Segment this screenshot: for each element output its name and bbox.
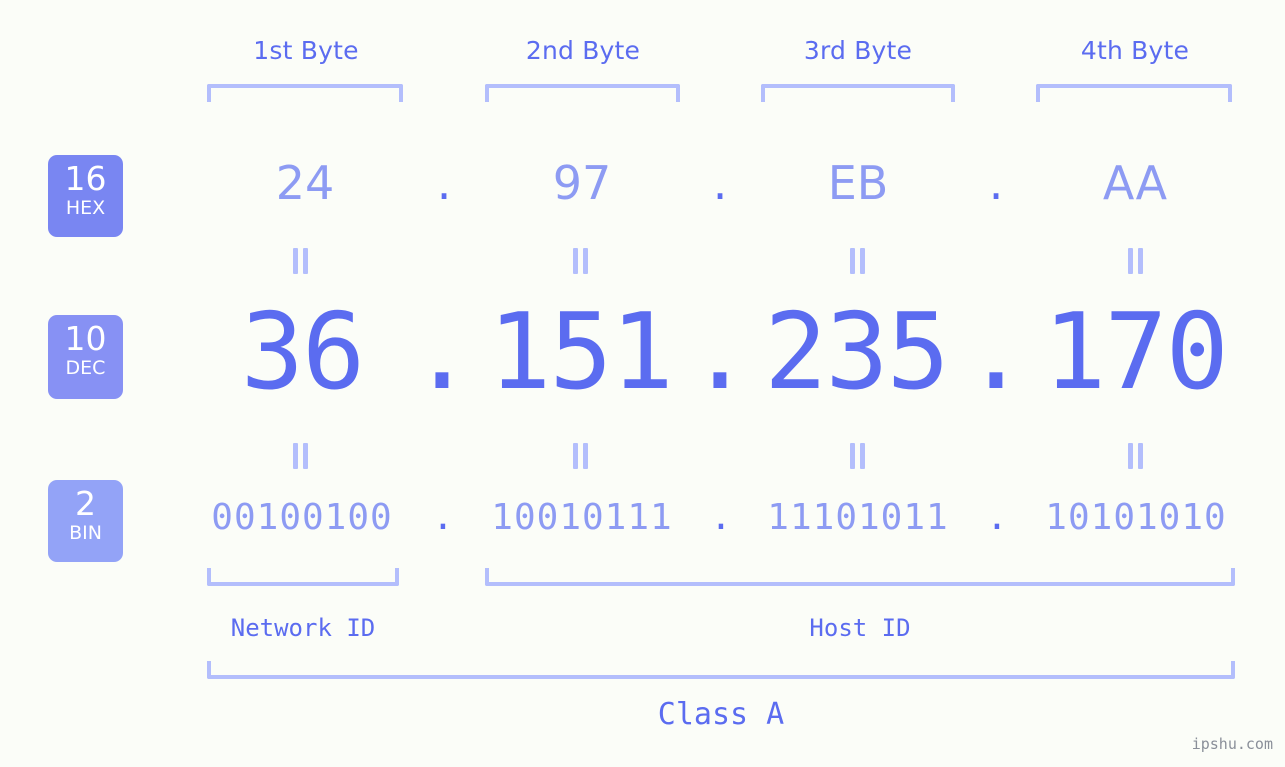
base-badge-bin: 2 BIN: [48, 480, 123, 562]
byte-bracket-2: [485, 84, 680, 102]
bin-octet-4: 10101010: [1045, 497, 1227, 538]
base-badge-hex-number: 16: [64, 159, 107, 198]
class-bracket: [207, 661, 1235, 679]
bin-octet-2: 10010111: [491, 497, 673, 538]
equals-icon-dec-bin-4: [1127, 443, 1145, 469]
byte-bracket-3: [761, 84, 955, 102]
equals-icon-hex-dec-4: [1127, 248, 1145, 274]
ip-address-breakdown-diagram: 1st Byte 2nd Byte 3rd Byte 4th Byte 16 H…: [0, 0, 1285, 767]
hex-octet-4: AA: [1102, 156, 1168, 210]
host-id-label: Host ID: [809, 614, 911, 642]
equals-icon-hex-dec-2: [572, 248, 590, 274]
dec-separator-3: .: [964, 291, 1027, 413]
network-id-bracket: [207, 568, 399, 586]
base-badge-dec: 10 DEC: [48, 315, 123, 399]
equals-icon-hex-dec-3: [849, 248, 867, 274]
equals-icon-dec-bin-3: [849, 443, 867, 469]
hex-octet-2: 97: [552, 156, 612, 210]
equals-icon-hex-dec-1: [292, 248, 310, 274]
base-badge-hex-label: HEX: [65, 197, 106, 219]
base-badge-hex: 16 HEX: [48, 155, 123, 237]
bin-separator-3: .: [986, 497, 1008, 538]
bin-separator-1: .: [432, 497, 454, 538]
base-badge-bin-label: BIN: [69, 522, 102, 544]
byte-header-3: 3rd Byte: [803, 36, 913, 65]
hex-separator-3: .: [988, 156, 1004, 210]
dec-octet-3: 235: [764, 291, 950, 413]
dec-octet-2: 151: [488, 291, 674, 413]
base-badge-bin-number: 2: [75, 484, 96, 523]
byte-header-2: 2nd Byte: [525, 36, 641, 65]
equals-icon-dec-bin-1: [292, 443, 310, 469]
equals-icon-dec-bin-2: [572, 443, 590, 469]
hex-separator-1: .: [436, 156, 452, 210]
dec-separator-2: .: [688, 291, 751, 413]
base-badge-dec-label: DEC: [65, 357, 106, 379]
base-badge-dec-number: 10: [64, 319, 107, 358]
dec-octet-4: 170: [1043, 291, 1229, 413]
bin-octet-1: 00100100: [211, 497, 393, 538]
network-id-label: Network ID: [230, 614, 376, 642]
bin-separator-2: .: [710, 497, 732, 538]
site-watermark: ipshu.com: [1191, 735, 1273, 753]
class-label: Class A: [657, 697, 785, 732]
bin-octet-3: 11101011: [767, 497, 949, 538]
byte-bracket-4: [1036, 84, 1232, 102]
byte-header-1: 1st Byte: [253, 36, 359, 65]
byte-bracket-1: [207, 84, 403, 102]
dec-octet-1: 36: [240, 291, 365, 413]
dec-separator-1: .: [410, 291, 473, 413]
byte-header-4: 4th Byte: [1080, 36, 1190, 65]
hex-octet-1: 24: [275, 156, 335, 210]
hex-separator-2: .: [712, 156, 728, 210]
hex-octet-3: EB: [827, 156, 889, 210]
host-id-bracket: [485, 568, 1235, 586]
